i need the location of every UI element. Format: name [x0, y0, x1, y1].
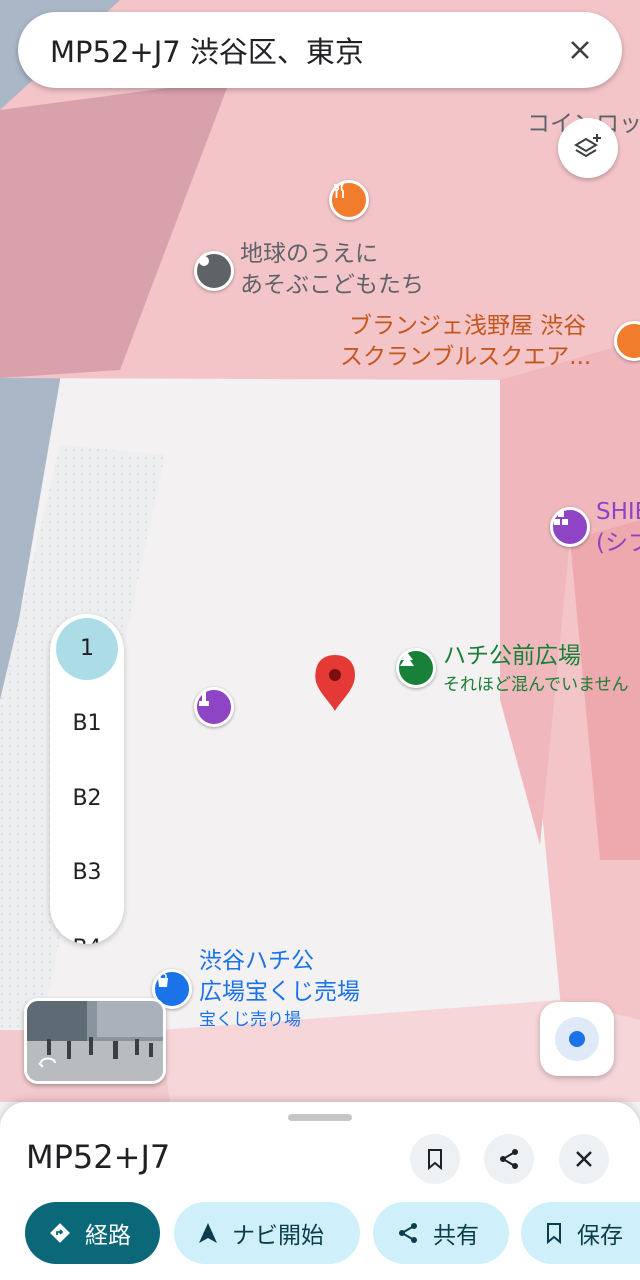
floor-option[interactable]: 1	[50, 616, 124, 680]
shopping-icon[interactable]	[550, 507, 590, 547]
share-chip-button[interactable]: 共有	[373, 1202, 509, 1264]
close-icon	[576, 1151, 592, 1167]
restaurant-icon[interactable]	[329, 180, 369, 220]
save-button[interactable]	[410, 1134, 460, 1184]
park-icon[interactable]	[396, 648, 436, 688]
navigation-icon	[198, 1222, 218, 1244]
place-title: MP52+J7	[26, 1138, 171, 1176]
floor-option[interactable]: B2	[50, 766, 124, 830]
my-location-icon	[555, 1017, 599, 1061]
drag-handle[interactable]	[288, 1114, 352, 1121]
floor-option[interactable]: B4	[50, 916, 124, 945]
poi-sublabel: 宝くじ売り場	[199, 1010, 301, 1030]
directions-button[interactable]: 経路	[25, 1202, 160, 1264]
search-bar[interactable]: MP52+J7 渋谷区、東京	[18, 12, 622, 88]
bookmark-icon	[428, 1149, 442, 1170]
share-icon	[397, 1222, 419, 1244]
poi-label[interactable]: ハチ公前広場	[443, 642, 581, 671]
start-navigation-button[interactable]: ナビ開始	[174, 1202, 360, 1264]
monument-icon[interactable]	[194, 687, 234, 727]
layers-button[interactable]	[558, 118, 618, 178]
poi-label[interactable]: 広場宝くじ売場	[199, 978, 360, 1007]
poi-label[interactable]: 渋谷ハチ公	[199, 947, 314, 976]
close-icon[interactable]	[560, 30, 600, 70]
floor-option[interactable]: B1	[50, 691, 124, 755]
place-sheet[interactable]: MP52+J7 経路 ナビ開始 共有 保存	[0, 1102, 640, 1280]
poi-label[interactable]: SHIB	[596, 498, 640, 527]
save-chip-button[interactable]: 保存	[521, 1202, 640, 1264]
floor-option[interactable]: B3	[50, 840, 124, 904]
poi-label[interactable]: スクランブルスクエア...	[340, 343, 591, 372]
poi-label[interactable]: あそぶこどもたち	[240, 271, 424, 300]
pin-icon[interactable]	[194, 251, 234, 291]
layers-icon	[574, 134, 601, 158]
poi-label[interactable]: 地球のうえに	[240, 240, 378, 269]
share-icon	[500, 1149, 518, 1169]
my-location-button[interactable]	[540, 1002, 614, 1076]
poi-label[interactable]: ブランジェ浅野屋 渋谷	[349, 312, 586, 341]
poi-label[interactable]: (シブ	[596, 529, 640, 558]
poi-sublabel: それほど混んでいません	[443, 675, 629, 695]
street-view-thumbnail[interactable]	[24, 998, 166, 1084]
floor-selector[interactable]: 1 B1 B2 B3 B4	[50, 614, 124, 944]
close-sheet-button[interactable]	[559, 1134, 609, 1184]
share-button[interactable]	[484, 1134, 534, 1184]
directions-icon	[49, 1222, 71, 1244]
search-input[interactable]: MP52+J7 渋谷区、東京	[50, 29, 560, 71]
bookmark-icon	[545, 1222, 563, 1244]
